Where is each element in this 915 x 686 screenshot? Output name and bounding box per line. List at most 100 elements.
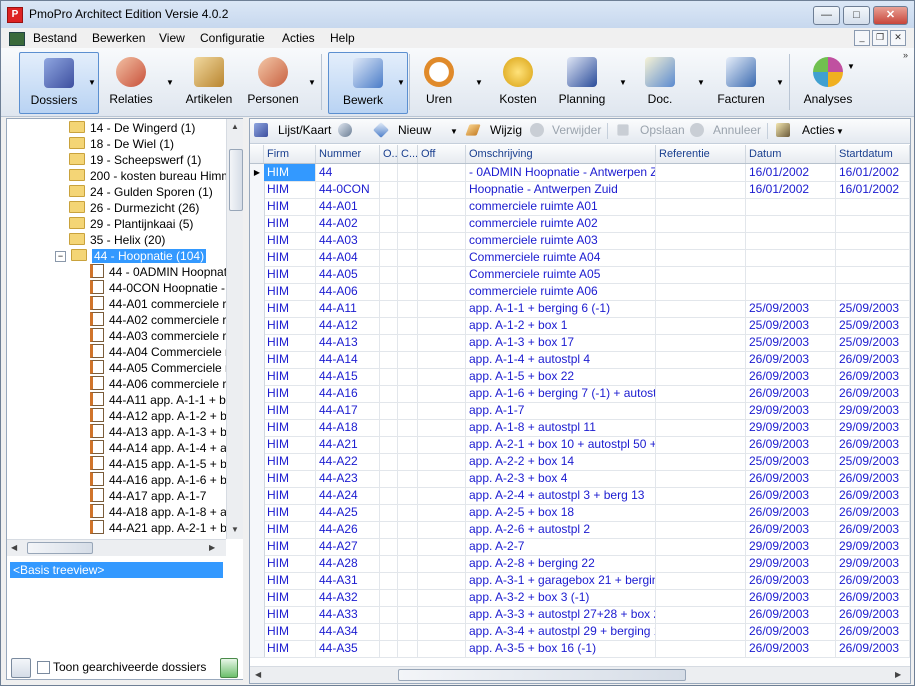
cell-nummer[interactable]: 44-A23 <box>316 470 380 487</box>
cell-off[interactable] <box>418 436 466 453</box>
table-row[interactable]: HIM 44-A24 app. A-2-4 + autostpl 3 + berg … <box>250 487 910 505</box>
row-indicator[interactable] <box>250 334 265 351</box>
row-indicator[interactable] <box>250 504 265 521</box>
cell-firm[interactable]: HIM <box>264 504 316 521</box>
cell-off[interactable] <box>418 266 466 283</box>
cell-nummer[interactable]: 44-A13 <box>316 334 380 351</box>
cell-c[interactable] <box>398 521 418 538</box>
table-row[interactable]: HIM 44-A31 app. A-3-1 + garagebox 21 + ber… <box>250 572 910 590</box>
cell-off[interactable] <box>418 623 466 640</box>
table-row[interactable]: HIM 44-A15 app. A-1-5 + box 22 26/09/2003 26… <box>250 368 910 386</box>
table-row[interactable]: HIM 44-A04 Commerciele ruimte A04 <box>250 249 910 267</box>
cell-referentie[interactable] <box>656 470 746 487</box>
cell-o[interactable] <box>380 249 398 266</box>
table-row[interactable]: HIM 44-A17 app. A-1-7 29/09/2003 29/09/2003 <box>250 402 910 420</box>
cell-c[interactable] <box>398 419 418 436</box>
cell-omschrijving[interactable]: app. A-1-1 + berging 6 (-1) <box>466 300 656 317</box>
cell-nummer[interactable]: 44-A03 <box>316 232 380 249</box>
table-row[interactable]: HIM 44-A33 app. A-3-3 + autostpl 27+28 + b… <box>250 606 910 624</box>
dossiers-button[interactable]: Dossiers <box>19 52 99 114</box>
cell-off[interactable] <box>418 385 466 402</box>
table-row[interactable]: HIM 44-A22 app. A-2-2 + box 14 25/09/2003 25… <box>250 453 910 471</box>
row-indicator[interactable] <box>250 623 265 640</box>
cell-c[interactable] <box>398 538 418 555</box>
cell-startdatum[interactable]: 29/09/2003 <box>836 402 910 419</box>
tree-vertical-scrollbar[interactable]: ▲ ▼ <box>226 119 244 539</box>
cell-c[interactable] <box>398 181 418 198</box>
row-indicator[interactable] <box>250 266 265 283</box>
cell-firm[interactable]: HIM <box>264 317 316 334</box>
facturen-dropdown-arrow[interactable]: ▼ <box>776 78 784 87</box>
tree-dossier-node[interactable]: 44-A15 app. A-1-5 + bo <box>90 456 226 472</box>
dossiers-dropdown-arrow[interactable]: ▼ <box>88 78 96 87</box>
cell-o[interactable] <box>380 266 398 283</box>
cell-firm[interactable]: HIM <box>264 232 316 249</box>
cell-omschrijving[interactable]: app. A-1-4 + autostpl 4 <box>466 351 656 368</box>
column-header-firm[interactable]: Firm <box>264 145 316 163</box>
cell-firm[interactable]: HIM <box>264 470 316 487</box>
kosten-button[interactable]: Kosten <box>489 52 547 112</box>
tree-dossier-node[interactable]: 44-A12 app. A-1-2 + bo <box>90 408 226 424</box>
cell-c[interactable] <box>398 232 418 249</box>
cell-c[interactable] <box>398 640 418 657</box>
wijzig-button[interactable]: Wijzig <box>490 123 522 137</box>
cell-off[interactable] <box>418 487 466 504</box>
cell-nummer[interactable]: 44-A06 <box>316 283 380 300</box>
cell-datum[interactable]: 25/09/2003 <box>746 317 836 334</box>
cell-nummer[interactable]: 44-A14 <box>316 351 380 368</box>
cell-off[interactable] <box>418 334 466 351</box>
tree-scroll-thumb[interactable] <box>229 149 243 211</box>
row-indicator[interactable] <box>250 453 265 470</box>
cell-datum[interactable]: 26/09/2003 <box>746 487 836 504</box>
cell-referentie[interactable] <box>656 453 746 470</box>
table-row[interactable]: HIM 44-A02 commerciele ruimte A02 <box>250 215 910 233</box>
cell-startdatum[interactable]: 16/01/2002 <box>836 164 910 181</box>
cell-datum[interactable] <box>746 232 836 249</box>
analyses-button[interactable]: Analyses <box>795 52 861 112</box>
cell-c[interactable] <box>398 589 418 606</box>
cell-o[interactable] <box>380 504 398 521</box>
table-row[interactable]: HIM 44-0CON Hoopnatie - Antwerpen Zuid 16/0… <box>250 181 910 199</box>
cell-firm[interactable]: HIM <box>264 572 316 589</box>
cell-c[interactable] <box>398 436 418 453</box>
menu-help[interactable]: Help <box>330 31 355 45</box>
cell-omschrijving[interactable]: app. A-3-5 + box 16 (-1) <box>466 640 656 657</box>
cell-off[interactable] <box>418 606 466 623</box>
cell-startdatum[interactable] <box>836 232 910 249</box>
cell-omschrijving[interactable]: app. A-3-3 + autostpl 27+28 + box 23 (- <box>466 606 656 623</box>
row-indicator[interactable] <box>250 317 265 334</box>
column-header-datum[interactable]: Datum <box>746 145 836 163</box>
acties-dropdown-arrow[interactable]: ▼ <box>836 127 844 136</box>
cell-datum[interactable]: 25/09/2003 <box>746 453 836 470</box>
table-row[interactable]: HIM 44-A25 app. A-2-5 + box 18 26/09/2003 26… <box>250 504 910 522</box>
cell-referentie[interactable] <box>656 572 746 589</box>
table-row[interactable]: HIM 44-A26 app. A-2-6 + autostpl 2 26/09/20… <box>250 521 910 539</box>
cell-o[interactable] <box>380 436 398 453</box>
cell-startdatum[interactable]: 26/09/2003 <box>836 572 910 589</box>
cell-omschrijving[interactable]: app. A-1-7 <box>466 402 656 419</box>
cell-nummer[interactable]: 44-A21 <box>316 436 380 453</box>
cell-c[interactable] <box>398 317 418 334</box>
cell-nummer[interactable]: 44-A26 <box>316 521 380 538</box>
cell-c[interactable] <box>398 198 418 215</box>
bewerk-button[interactable]: Bewerk <box>328 52 408 114</box>
cell-nummer[interactable]: 44-A28 <box>316 555 380 572</box>
row-indicator[interactable] <box>250 385 265 402</box>
cell-startdatum[interactable]: 25/09/2003 <box>836 317 910 334</box>
maximize-button[interactable]: □ <box>843 6 870 25</box>
tree-folder-node[interactable]: 200 - kosten bureau Himmo <box>69 168 226 184</box>
cell-referentie[interactable] <box>656 606 746 623</box>
row-indicator[interactable] <box>250 232 265 249</box>
cell-omschrijving[interactable]: commerciele ruimte A01 <box>466 198 656 215</box>
cell-o[interactable] <box>380 300 398 317</box>
cell-referentie[interactable] <box>656 538 746 555</box>
cell-firm[interactable]: HIM <box>264 640 316 657</box>
doc-button[interactable]: Doc. <box>629 52 691 112</box>
cell-referentie[interactable] <box>656 640 746 657</box>
cell-omschrijving[interactable]: app. A-2-5 + box 18 <box>466 504 656 521</box>
row-indicator[interactable] <box>250 606 265 623</box>
cell-omschrijving[interactable]: app. A-2-4 + autostpl 3 + berg 13 <box>466 487 656 504</box>
lijst-kaart-button[interactable]: Lijst/Kaart <box>278 123 331 137</box>
cell-firm[interactable]: HIM <box>264 385 316 402</box>
cell-omschrijving[interactable]: - 0ADMIN Hoopnatie - Antwerpen Zuid <box>466 164 656 181</box>
